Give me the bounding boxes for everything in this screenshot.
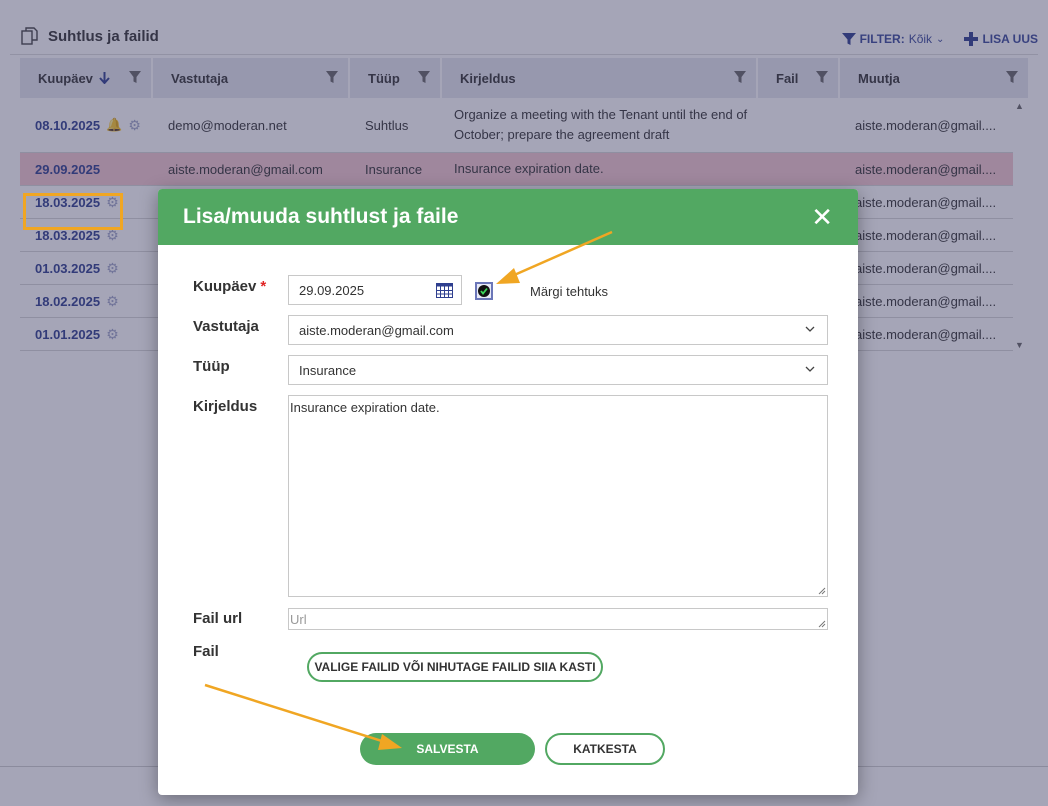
type-select[interactable]: Insurance xyxy=(288,355,828,385)
edit-communication-dialog: Lisa/muuda suhtlust ja faile ✕ Kuupäev * … xyxy=(158,189,858,795)
chevron-down-icon xyxy=(805,326,815,332)
description-textarea[interactable]: Insurance expiration date. xyxy=(288,395,828,597)
resize-handle-icon[interactable] xyxy=(818,587,826,595)
responsible-label: Vastutaja xyxy=(193,318,259,335)
date-input[interactable]: 29.09.2025 xyxy=(288,275,462,305)
description-label: Kirjeldus xyxy=(193,398,258,415)
file-url-label: Fail url xyxy=(193,610,243,627)
close-icon[interactable]: ✕ xyxy=(811,204,833,230)
responsible-select-value: aiste.moderan@gmail.com xyxy=(299,322,454,338)
dialog-title: Lisa/muuda suhtlust ja faile xyxy=(183,205,459,228)
required-marker: * xyxy=(260,278,267,295)
calendar-icon[interactable] xyxy=(436,283,453,298)
choose-files-button[interactable]: VALIGE FAILID VÕI NIHUTAGE FAILID SIIA K… xyxy=(307,652,603,682)
responsible-select[interactable]: aiste.moderan@gmail.com xyxy=(288,315,828,345)
file-label: Fail xyxy=(193,643,219,660)
file-url-placeholder: Url xyxy=(290,612,307,627)
dialog-header: Lisa/muuda suhtlust ja faile ✕ xyxy=(158,189,858,245)
chevron-down-icon xyxy=(805,366,815,372)
description-text: Insurance expiration date. xyxy=(290,400,440,415)
type-label: Tüüp xyxy=(193,358,230,375)
cancel-button[interactable]: KATKESTA xyxy=(545,733,665,765)
resize-handle-icon[interactable] xyxy=(818,620,826,628)
mark-done-label: Märgi tehtuks xyxy=(530,284,609,299)
type-select-value: Insurance xyxy=(299,362,357,378)
save-button[interactable]: SALVESTA xyxy=(360,733,535,765)
file-url-input[interactable]: Url xyxy=(288,608,828,630)
mark-done-checkbox[interactable] xyxy=(475,282,493,300)
check-icon xyxy=(478,285,490,297)
date-label: Kuupäev * xyxy=(193,278,266,295)
date-input-value: 29.09.2025 xyxy=(299,282,365,298)
date-label-text: Kuupäev xyxy=(193,278,257,295)
